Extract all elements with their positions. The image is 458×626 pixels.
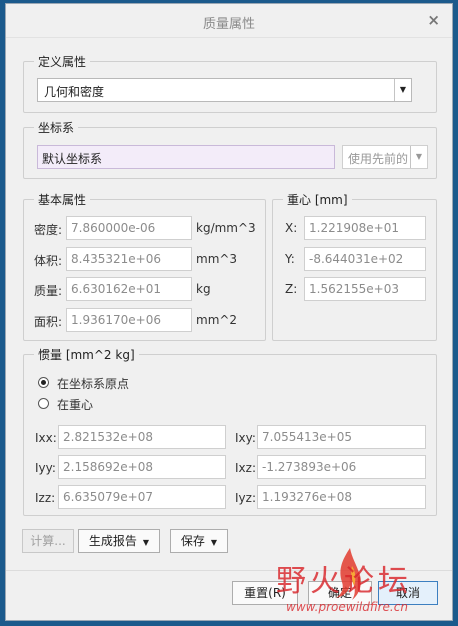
- area-unit: mm^2: [196, 313, 238, 327]
- ok-button[interactable]: 确定: [308, 581, 372, 605]
- radio-at-csys-origin-label[interactable]: 在坐标系原点: [57, 375, 129, 392]
- mass-properties-dialog: 质量属性 × 定义属性 几何和密度 ▼ 坐标系 默认坐标系 使用先前的 ▼ 基本…: [5, 3, 453, 621]
- cancel-button[interactable]: 取消: [378, 581, 438, 605]
- define-properties-value: 几何和密度: [44, 85, 105, 99]
- area-field: 1.936170e+06: [66, 308, 192, 332]
- chevron-down-icon: ▼: [410, 146, 427, 168]
- center-of-gravity-legend: 重心 [mm]: [283, 191, 352, 208]
- center-of-gravity-group: 重心 [mm] X: 1.221908e+01 Y: -8.644031e+02…: [272, 191, 437, 341]
- compute-button: 计算...: [22, 529, 74, 553]
- ixz-field: -1.273893e+06: [257, 455, 426, 479]
- define-properties-legend: 定义属性: [34, 53, 91, 70]
- save-label: 保存: [180, 534, 205, 548]
- footer-separator: [6, 570, 452, 571]
- basic-properties-legend: 基本属性: [34, 191, 91, 208]
- close-icon[interactable]: ×: [427, 11, 440, 29]
- ixy-field: 7.055413e+05: [257, 425, 426, 449]
- chevron-down-icon[interactable]: ▼: [394, 79, 411, 101]
- center-x-field: 1.221908e+01: [304, 216, 426, 240]
- center-y-label: Y:: [285, 252, 295, 266]
- ixy-label: Ixy:: [235, 431, 256, 445]
- coordinate-system-field[interactable]: 默认坐标系: [37, 145, 335, 169]
- generate-report-button[interactable]: 生成报告 ▼: [78, 529, 160, 553]
- mass-label: 质量:: [34, 284, 63, 298]
- area-label: 面积:: [34, 315, 63, 329]
- mass-field: 6.630162e+01: [66, 277, 192, 301]
- mass-unit: kg: [196, 282, 211, 296]
- coordinate-system-legend: 坐标系: [34, 119, 79, 136]
- density-field: 7.860000e-06: [66, 216, 192, 240]
- center-z-label: Z:: [285, 282, 298, 296]
- iyz-field: 1.193276e+08: [257, 485, 426, 509]
- izz-label: Izz:: [35, 491, 56, 505]
- radio-at-center-of-gravity[interactable]: [38, 398, 49, 409]
- chevron-down-icon: ▼: [142, 538, 150, 547]
- radio-at-csys-origin[interactable]: [38, 377, 49, 388]
- reset-button[interactable]: 重置(R): [232, 581, 298, 605]
- define-properties-group: 定义属性 几何和密度 ▼: [23, 53, 437, 113]
- inertia-group: 惯量 [mm^2 kg] 在坐标系原点 在重心 Ixx: 2.821532e+0…: [23, 346, 437, 516]
- generate-report-label: 生成报告: [88, 534, 137, 548]
- center-x-label: X:: [285, 221, 298, 235]
- save-button[interactable]: 保存 ▼: [170, 529, 228, 553]
- define-properties-select[interactable]: 几何和密度 ▼: [37, 78, 412, 102]
- title-bar: 质量属性 ×: [6, 4, 452, 38]
- ixx-field: 2.821532e+08: [58, 425, 226, 449]
- iyy-field: 2.158692e+08: [58, 455, 226, 479]
- use-previous-label: 使用先前的: [348, 152, 409, 166]
- ixz-label: Ixz:: [235, 461, 256, 475]
- center-y-field: -8.644031e+02: [304, 247, 426, 271]
- coordinate-system-group: 坐标系 默认坐标系 使用先前的 ▼: [23, 119, 437, 179]
- inertia-legend: 惯量 [mm^2 kg]: [34, 346, 139, 363]
- volume-unit: mm^3: [196, 252, 238, 266]
- density-label: 密度:: [34, 223, 63, 237]
- basic-properties-group: 基本属性 密度: 7.860000e-06 kg/mm^3 体积: 8.4353…: [23, 191, 266, 341]
- izz-field: 6.635079e+07: [58, 485, 226, 509]
- density-unit: kg/mm^3: [196, 221, 256, 235]
- ixx-label: Ixx:: [35, 431, 57, 445]
- use-previous-select: 使用先前的 ▼: [342, 145, 428, 169]
- iyy-label: Iyy:: [35, 461, 56, 475]
- chevron-down-icon: ▼: [210, 538, 218, 547]
- volume-label: 体积:: [34, 254, 63, 268]
- radio-at-center-of-gravity-label[interactable]: 在重心: [57, 396, 93, 413]
- dialog-title: 质量属性: [202, 17, 255, 32]
- center-z-field: 1.562155e+03: [304, 277, 426, 301]
- iyz-label: Iyz:: [235, 491, 256, 505]
- volume-field: 8.435321e+06: [66, 247, 192, 271]
